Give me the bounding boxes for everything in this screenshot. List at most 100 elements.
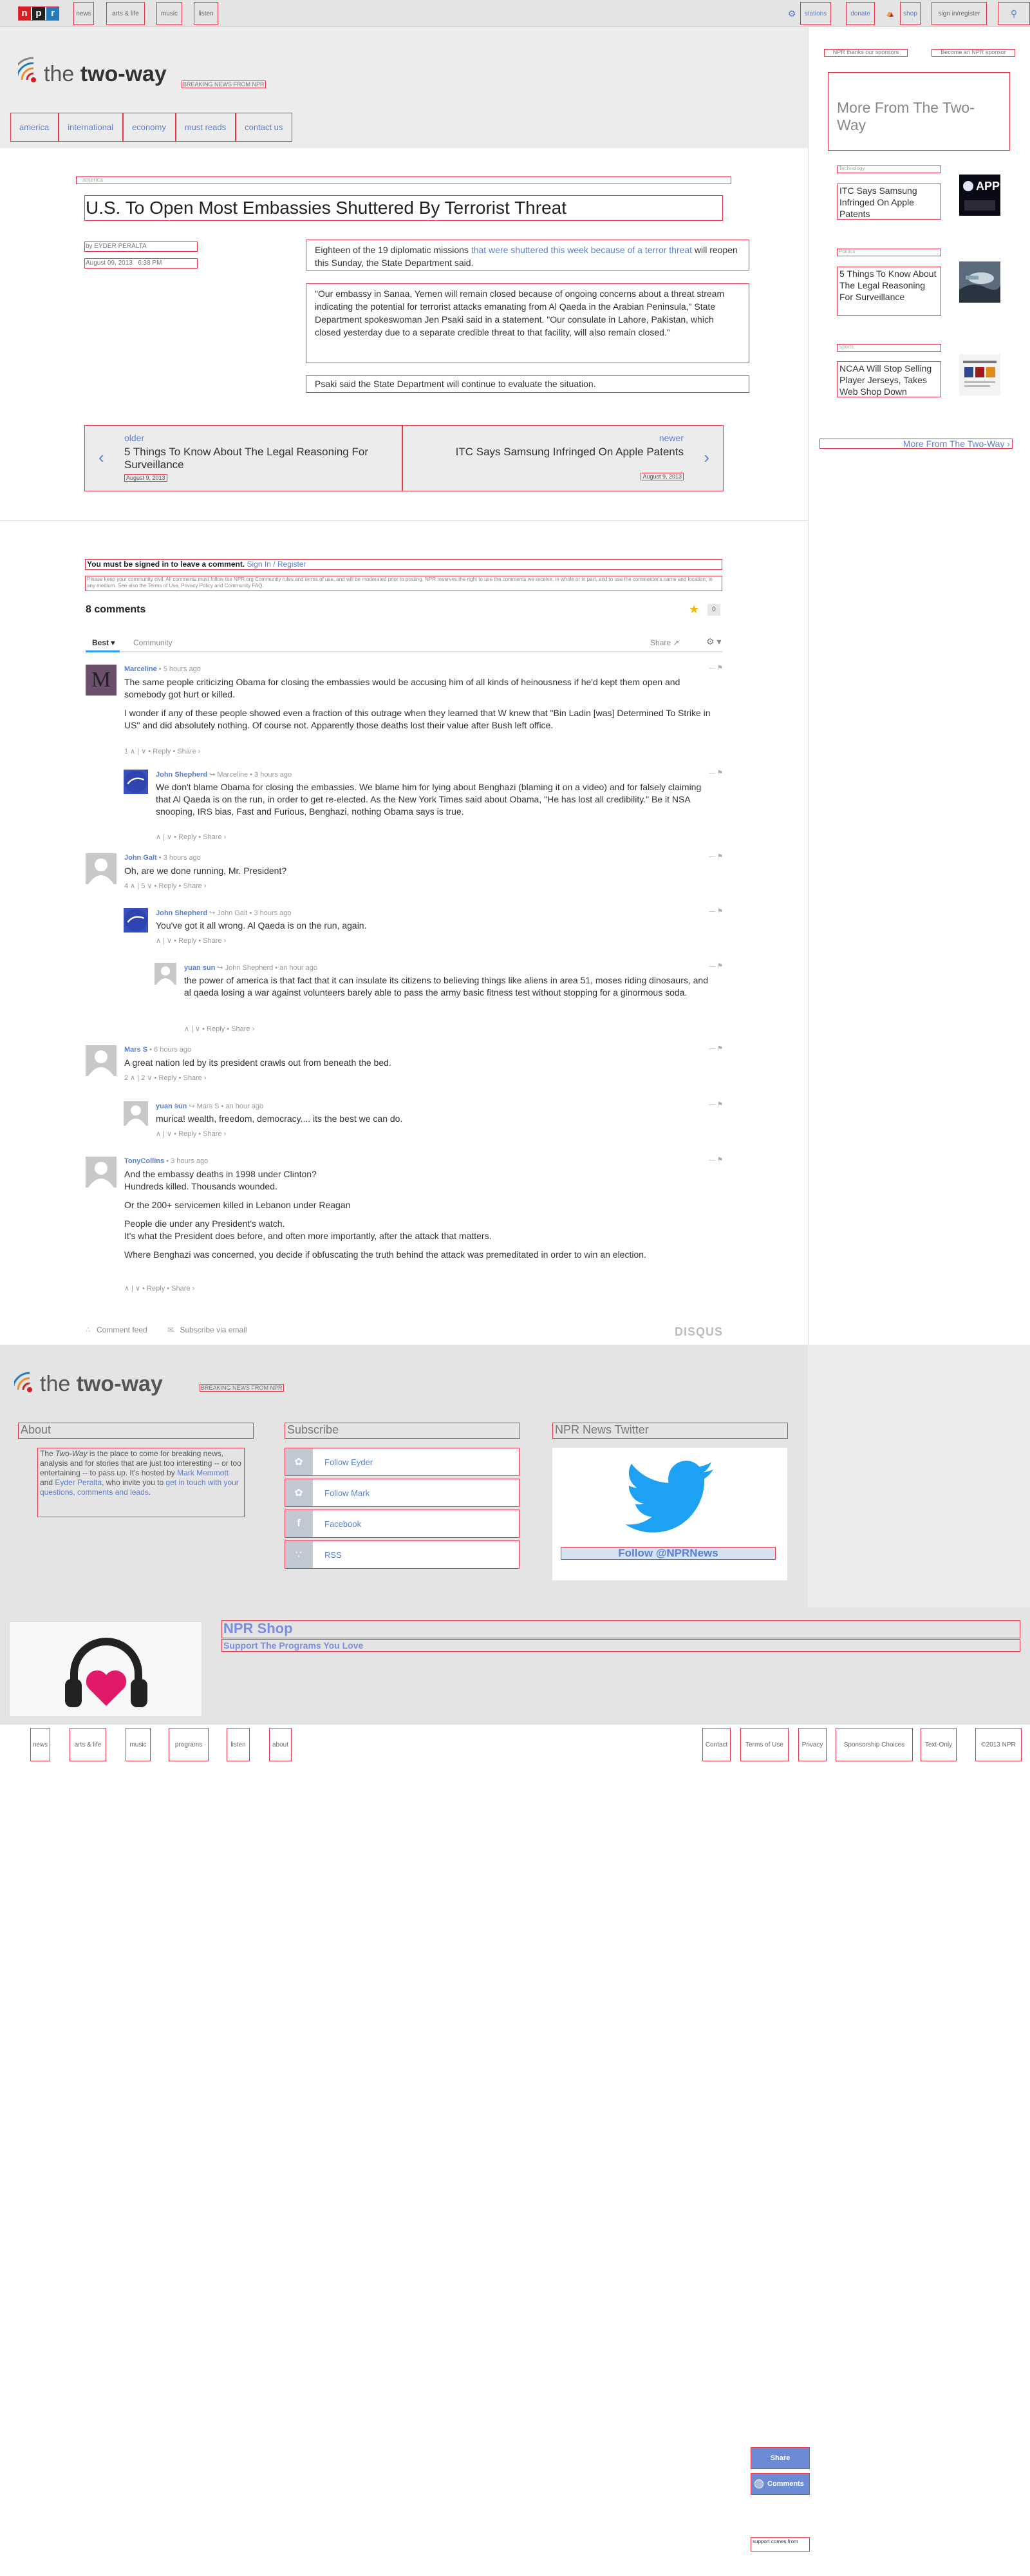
- topnav-arts-life[interactable]: arts & life: [106, 2, 145, 25]
- share-link[interactable]: Share ›: [183, 1074, 207, 1082]
- comment-author[interactable]: yuan sun: [156, 1103, 187, 1110]
- share-button[interactable]: Share ↗: [650, 638, 679, 647]
- gear-icon[interactable]: ⚙ ▾: [706, 636, 721, 647]
- star-icon[interactable]: ★: [689, 603, 699, 616]
- comment-time[interactable]: • an hour ago: [273, 964, 317, 972]
- share-link[interactable]: Share ›: [231, 1025, 254, 1033]
- bottom-nav-terms[interactable]: Terms of Use: [740, 1728, 789, 1761]
- station-icon[interactable]: ⚙: [785, 2, 798, 25]
- bottom-nav-listen[interactable]: listen: [227, 1728, 250, 1761]
- avatar[interactable]: [124, 770, 148, 794]
- upvote-button[interactable]: 4 ∧: [124, 882, 135, 890]
- topnav-shop[interactable]: shop: [900, 2, 921, 25]
- share-link[interactable]: Share ›: [203, 1130, 226, 1138]
- collapse-flag-controls[interactable]: — ⚑: [709, 1157, 723, 1164]
- avatar[interactable]: [154, 963, 176, 985]
- bottom-nav-about[interactable]: about: [269, 1728, 292, 1761]
- topnav-news[interactable]: news: [73, 2, 94, 25]
- comment-time[interactable]: • 6 hours ago: [147, 1046, 191, 1054]
- comment-time[interactable]: • 3 hours ago: [164, 1157, 208, 1165]
- downvote-button[interactable]: ∨: [135, 1285, 140, 1293]
- section-contact-us[interactable]: contact us: [236, 113, 293, 142]
- collapse-flag-controls[interactable]: — ⚑: [709, 908, 723, 915]
- share-link[interactable]: Share ›: [171, 1285, 194, 1293]
- upvote-button[interactable]: ∧: [124, 1285, 129, 1293]
- jerseys-thumbnail[interactable]: [959, 354, 1000, 395]
- subscribe-email-link[interactable]: Subscribe via email: [180, 1325, 247, 1334]
- signin-register-link[interactable]: Sign In / Register: [247, 560, 306, 569]
- topnav-sign-in[interactable]: sign in/register: [932, 2, 987, 25]
- bottom-nav-programs[interactable]: programs: [169, 1728, 209, 1761]
- collapse-flag-controls[interactable]: — ⚑: [709, 1101, 723, 1108]
- reply-button[interactable]: Reply: [207, 1025, 225, 1033]
- comment-author[interactable]: TonyCollins: [124, 1157, 164, 1165]
- downvote-button[interactable]: ∨: [195, 1025, 200, 1033]
- floating-comments-button[interactable]: Comments: [751, 2473, 810, 2495]
- comment-time[interactable]: • 3 hours ago: [247, 909, 292, 917]
- reply-to[interactable]: ↪ Marceline: [207, 771, 248, 779]
- reply-button[interactable]: Reply: [158, 882, 176, 890]
- collapse-flag-controls[interactable]: — ⚑: [709, 963, 723, 970]
- tab-community[interactable]: Community: [133, 638, 173, 647]
- share-link[interactable]: Share ›: [203, 937, 226, 945]
- section-america[interactable]: america: [10, 113, 59, 142]
- apple-store-thumbnail[interactable]: APP: [959, 175, 1000, 216]
- collapse-flag-controls[interactable]: — ⚑: [709, 1045, 723, 1052]
- upvote-button[interactable]: 1 ∧: [124, 748, 135, 755]
- section-international[interactable]: international: [59, 113, 124, 142]
- reply-to[interactable]: ↪ Mars S: [187, 1103, 219, 1110]
- topnav-listen[interactable]: listen: [194, 2, 218, 25]
- bottom-nav-text-only[interactable]: Text-Only: [921, 1728, 957, 1761]
- share-link[interactable]: Share ›: [183, 882, 207, 890]
- shop-icon[interactable]: ⛺: [885, 2, 895, 25]
- sponsor-thanks-link[interactable]: NPR thanks our sponsors: [824, 49, 908, 57]
- reply-to[interactable]: ↪ John Shepherd: [215, 964, 273, 972]
- surveillance-thumbnail[interactable]: [959, 261, 1000, 303]
- reply-button[interactable]: Reply: [178, 833, 196, 841]
- older-post-link[interactable]: ‹ older 5 Things To Know About The Legal…: [84, 425, 402, 491]
- bottom-nav-music[interactable]: music: [126, 1728, 151, 1761]
- mark-memmott-link[interactable]: Mark Memmott: [177, 1468, 229, 1477]
- upvote-button[interactable]: ∧: [156, 1130, 161, 1138]
- comment-time[interactable]: • an hour ago: [219, 1103, 264, 1110]
- comment-author[interactable]: John Shepherd: [156, 771, 207, 779]
- downvote-button[interactable]: 5 ∨: [141, 882, 152, 890]
- avatar[interactable]: [124, 908, 148, 933]
- reply-button[interactable]: Reply: [178, 937, 196, 945]
- follow-eyder-button[interactable]: ✿ Follow Eyder: [285, 1448, 520, 1476]
- bottom-nav-contact[interactable]: Contact: [702, 1728, 731, 1761]
- avatar[interactable]: [86, 853, 117, 884]
- avatar[interactable]: [86, 1157, 117, 1188]
- share-link[interactable]: Share ›: [177, 748, 200, 755]
- sidebar-title[interactable]: 5 Things To Know About The Legal Reasoni…: [837, 267, 941, 316]
- reply-button[interactable]: Reply: [153, 748, 171, 755]
- follow-nprnews-button[interactable]: Follow @NPRNews: [561, 1547, 776, 1560]
- disqus-logo[interactable]: DISQUS: [675, 1325, 723, 1339]
- newer-post-link[interactable]: newer ITC Says Samsung Infringed On Appl…: [402, 425, 724, 491]
- comment-feed-link[interactable]: Comment feed: [97, 1325, 147, 1334]
- downvote-button[interactable]: ∨: [167, 1130, 172, 1138]
- section-economy[interactable]: economy: [123, 113, 176, 142]
- upvote-button[interactable]: ∧: [156, 833, 161, 841]
- bottom-nav-sponsorship[interactable]: Sponsorship Choices: [836, 1728, 913, 1761]
- reply-to[interactable]: ↪ John Galt: [207, 909, 247, 917]
- npr-logo[interactable]: n p r: [18, 6, 59, 21]
- topnav-stations[interactable]: stations: [800, 2, 831, 25]
- bottom-nav-news[interactable]: news: [30, 1728, 50, 1761]
- upvote-button[interactable]: ∧: [184, 1025, 189, 1033]
- sidebar-story-2[interactable]: Politics 5 Things To Know About The Lega…: [837, 249, 1009, 319]
- shuttered-link[interactable]: that were shuttered this week because of…: [471, 245, 692, 255]
- article-kicker[interactable]: america: [76, 176, 731, 184]
- search-icon[interactable]: ⚲: [998, 2, 1030, 25]
- downvote-button[interactable]: 2 ∨: [141, 1074, 152, 1082]
- comment-time[interactable]: • 3 hours ago: [157, 854, 201, 862]
- follow-mark-button[interactable]: ✿ Follow Mark: [285, 1479, 520, 1507]
- avatar[interactable]: [124, 1101, 148, 1126]
- sidebar-kicker[interactable]: Politics: [837, 249, 941, 256]
- shop-title[interactable]: NPR Shop: [221, 1620, 1020, 1638]
- more-from-link[interactable]: More From The Two-Way ›: [819, 439, 1013, 449]
- comment-time[interactable]: • 3 hours ago: [248, 771, 292, 779]
- collapse-flag-controls[interactable]: — ⚑: [709, 770, 723, 777]
- sidebar-story-1[interactable]: Technology ITC Says Samsung Infringed On…: [837, 164, 1009, 222]
- comment-author[interactable]: Mars S: [124, 1046, 147, 1054]
